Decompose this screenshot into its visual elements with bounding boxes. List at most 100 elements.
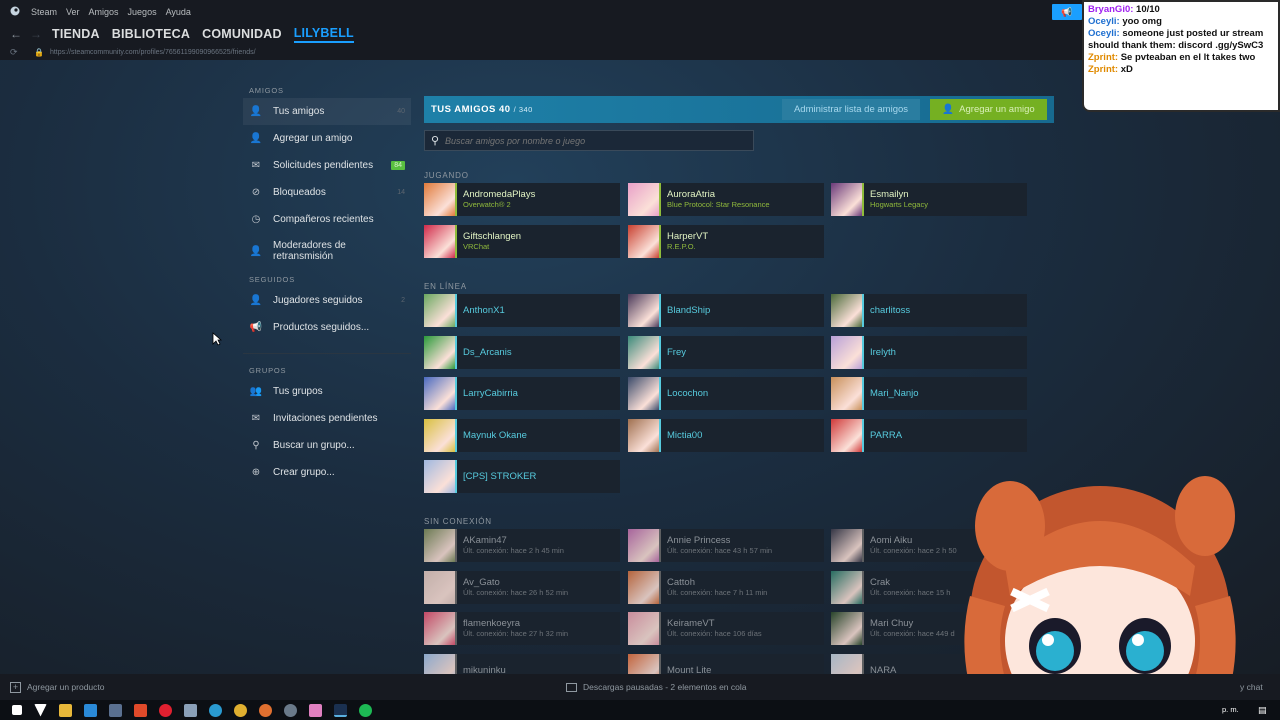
app-icon[interactable]	[284, 703, 297, 717]
reload-icon[interactable]: ⟳	[10, 47, 24, 58]
chat-line: should thank them: discord .gg/ySwC3	[1088, 40, 1278, 52]
sidebar-item-buscar-grupo[interactable]: ⚲ Buscar un grupo...	[243, 432, 411, 459]
app-icon[interactable]	[109, 703, 122, 717]
brave-icon[interactable]	[134, 703, 147, 717]
friend-card[interactable]: Giftschlangen VRChat	[424, 224, 620, 258]
app-icon[interactable]	[34, 703, 47, 717]
chat-line: Zprint: Se pvteaban en el lt takes two	[1088, 52, 1278, 64]
manage-friends-button[interactable]: Administrar lista de amigos	[782, 99, 920, 120]
friend-name: Locochon	[667, 388, 709, 399]
add-friend-button[interactable]: 👤 Agregar un amigo	[930, 99, 1047, 120]
friend-card[interactable]: AnthonX1	[424, 294, 620, 327]
chat-message: xD	[1120, 64, 1133, 75]
friend-name: Mictia00	[667, 429, 703, 441]
add-product-button[interactable]: + Agregar un producto	[10, 681, 105, 693]
chrome-icon[interactable]	[234, 703, 247, 717]
sidebar-item-productos-seguidos[interactable]: 📢 Productos seguidos...	[243, 314, 411, 341]
avatar	[628, 294, 661, 327]
megaphone-icon: 📢	[1061, 6, 1073, 17]
friend-info: Crak Últ. conexión: hace 15 h	[870, 577, 950, 598]
avatar	[424, 183, 457, 216]
opera-icon[interactable]	[159, 703, 172, 717]
chat-line: Zprint: xD	[1088, 64, 1278, 76]
friend-card[interactable]: HarperVT R.E.P.O.	[628, 224, 824, 258]
friend-info: AndromedaPlays Overwatch® 2	[463, 189, 535, 210]
sidebar-item-companeros[interactable]: ◷ Compañeros recientes	[243, 206, 411, 233]
nav-profile[interactable]: LILYBELL	[293, 26, 354, 43]
downloads-status[interactable]: Descargas pausadas - 2 elementos en cola	[566, 682, 746, 692]
friend-card[interactable]: charlitoss	[831, 294, 1027, 327]
friend-name: AKamin47	[463, 535, 507, 546]
sidebar-item-label: Tus grupos	[273, 386, 323, 397]
sidebar-item-moderadores[interactable]: 👤 Moderadores de retransmisión	[243, 233, 411, 269]
spotify-icon[interactable]	[359, 703, 372, 717]
sidebar-item-agregar-amigo[interactable]: 👤 Agregar un amigo	[243, 125, 411, 152]
friend-card[interactable]: Esmailyn Hogwarts Legacy	[831, 183, 1027, 216]
sidebar-item-jugadores-seguidos[interactable]: 👤 Jugadores seguidos 2	[243, 287, 411, 314]
sidebar-item-tus-grupos[interactable]: 👥 Tus grupos	[243, 378, 411, 405]
friends-chat-button[interactable]: y chat	[1240, 682, 1263, 692]
friend-card[interactable]: LarryCabirria	[424, 377, 620, 410]
menu-juegos[interactable]: Juegos	[128, 7, 157, 17]
avatar	[424, 294, 457, 327]
sidebar-item-count: 14	[397, 189, 405, 196]
chat-message: yoo omg	[1122, 16, 1162, 27]
sidebar-divider	[243, 353, 411, 354]
friend-card[interactable]: AndromedaPlays Overwatch® 2	[424, 183, 620, 216]
announcement-button[interactable]: 📢	[1052, 4, 1082, 20]
folder-icon[interactable]	[59, 703, 72, 717]
friend-card[interactable]: BlandShip	[628, 294, 824, 327]
friend-card[interactable]: Cattoh Últ. conexión: hace 7 h 11 min	[628, 570, 824, 604]
nav-comunidad[interactable]: COMUNIDAD	[202, 27, 282, 41]
friend-card[interactable]: [CPS] STROKER	[424, 460, 620, 493]
firefox-icon[interactable]	[259, 703, 272, 717]
forward-arrow-icon[interactable]: →	[30, 27, 44, 41]
steam-taskbar-icon[interactable]	[334, 703, 347, 717]
friend-name: Cattoh	[667, 576, 695, 588]
avatar	[628, 418, 661, 452]
friend-card[interactable]: Av_Gato Últ. conexión: hace 26 h 52 min	[424, 570, 620, 604]
friend-card[interactable]: AKamin47 Últ. conexión: hace 2 h 45 min	[424, 529, 620, 562]
friend-status: Últ. conexión: hace 2 h 45 min	[463, 546, 564, 555]
friend-card[interactable]: Irelyth	[831, 335, 1027, 369]
friends-header: TUS AMIGOS 40 / 340 Administrar lista de…	[424, 96, 1054, 123]
app-icon[interactable]	[184, 703, 197, 717]
back-arrow-icon[interactable]: ←	[10, 27, 24, 41]
megaphone-icon: 📢	[249, 322, 263, 333]
url-text[interactable]: https://steamcommunity.com/profiles/7656…	[50, 49, 256, 56]
nav-tienda[interactable]: TIENDA	[52, 27, 100, 41]
friend-card[interactable]: AuroraAtria Blue Protocol: Star Resonance	[628, 183, 824, 216]
menu-ayuda[interactable]: Ayuda	[166, 7, 191, 17]
friend-card[interactable]: Ds_Arcanis	[424, 335, 620, 369]
sidebar-item-invitaciones[interactable]: ✉ Invitaciones pendientes	[243, 405, 411, 432]
stream-chat-overlay: BryanGi0: 10/10 Oceyli: yoo omg Oceyli: so…	[1082, 0, 1280, 112]
sidebar-item-solicitudes[interactable]: ✉ Solicitudes pendientes 84	[243, 152, 411, 179]
sidebar-item-crear-grupo[interactable]: ⊕ Crear grupo...	[243, 459, 411, 486]
friend-info: PARRA	[870, 430, 902, 441]
nav-biblioteca[interactable]: BIBLIOTECA	[112, 27, 190, 41]
friend-card[interactable]: Frey	[628, 335, 824, 369]
menu-steam[interactable]: Steam	[31, 7, 57, 17]
menu-amigos[interactable]: Amigos	[89, 7, 119, 17]
friend-card[interactable]: Maynuk Okane	[424, 418, 620, 452]
friend-card[interactable]: PARRA	[831, 418, 1027, 452]
sidebar-item-bloqueados[interactable]: ⊘ Bloqueados 14	[243, 179, 411, 206]
edge-icon[interactable]	[209, 703, 222, 717]
sidebar-item-tus-amigos[interactable]: 👤 Tus amigos 40	[243, 98, 411, 125]
menu-ver[interactable]: Ver	[66, 7, 80, 17]
friend-card[interactable]: Locochon	[628, 377, 824, 410]
friend-info: BlandShip	[667, 305, 710, 316]
notification-icon[interactable]: ▤	[1258, 705, 1267, 716]
app-icon[interactable]	[309, 703, 322, 717]
friend-card[interactable]: flamenkoeyra Últ. conexión: hace 27 h 32 …	[424, 612, 620, 645]
sidebar-item-label: Agregar un amigo	[273, 133, 353, 144]
friend-card[interactable]: Mictia00	[628, 418, 824, 452]
friend-info: Irelyth	[870, 347, 896, 358]
friends-search-input[interactable]	[445, 135, 745, 146]
windows-start-icon[interactable]	[12, 705, 22, 715]
friend-card[interactable]: KeirameVT Últ. conexión: hace 106 días	[628, 612, 824, 645]
friend-card[interactable]: Mari_Nanjo	[831, 377, 1027, 410]
friend-status: Últ. conexión: hace 449 d	[870, 629, 955, 638]
friend-card[interactable]: Annie Princess Últ. conexión: hace 43 h 5…	[628, 529, 824, 562]
mail-icon[interactable]	[84, 703, 97, 717]
